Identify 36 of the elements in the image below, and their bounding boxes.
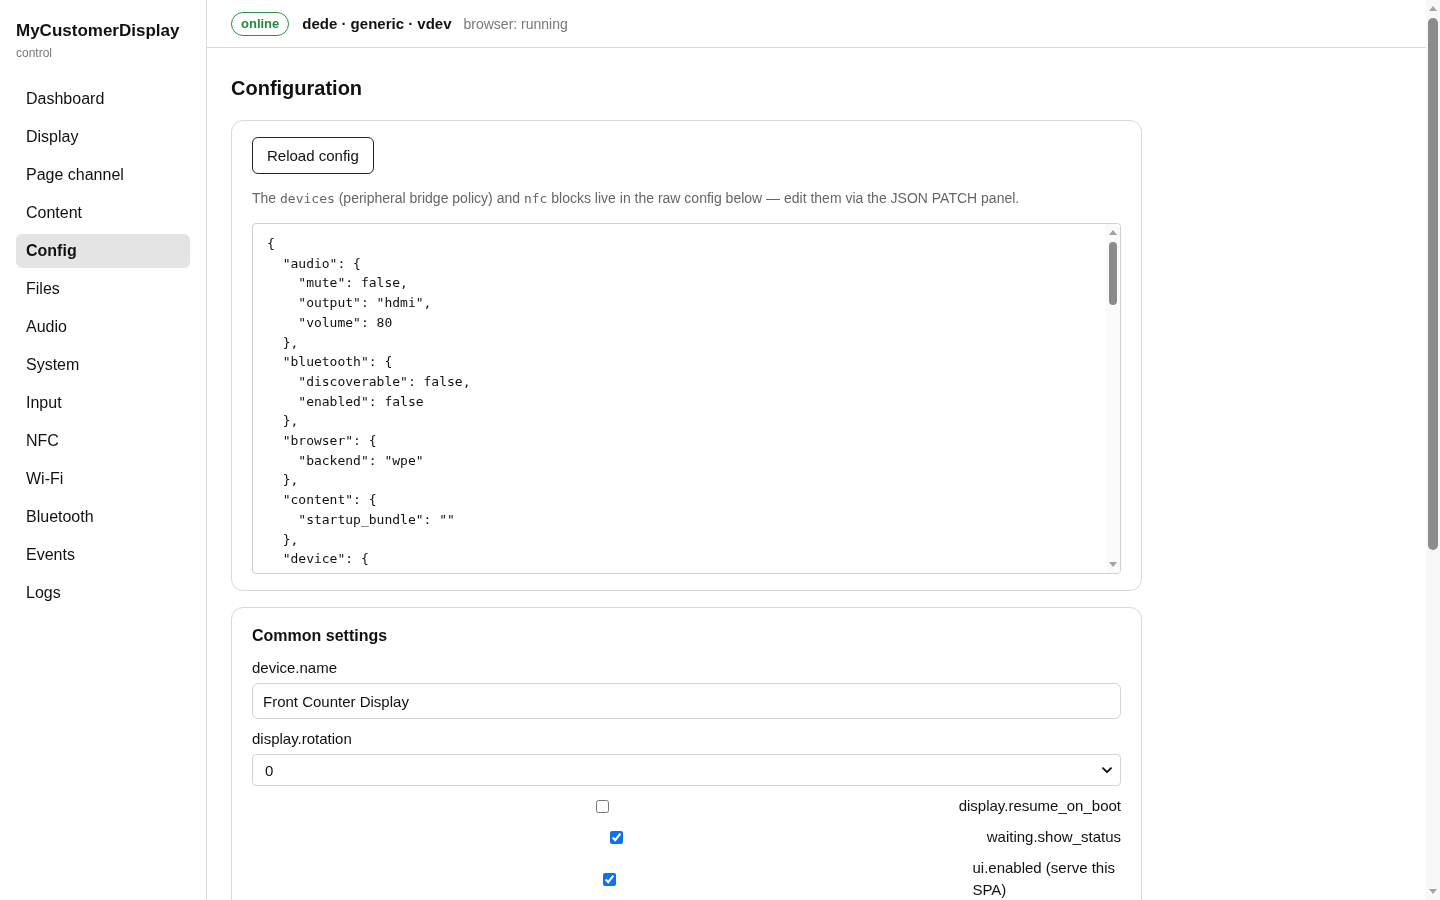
browser-status: browser: running [463, 15, 568, 32]
checkbox[interactable] [595, 799, 609, 813]
raw-config-text: { "audio": { "mute": false, "output": "hdmi", "volume": 80 }, "bluetooth": { "discoverable": false, "enabled": false }, "browser": { "backend": "wpe" }, "content": { "startup_bundle": "" }, "device": { [266, 235, 472, 569]
nav-item[interactable]: NFC [16, 424, 190, 458]
nav-item[interactable]: System [16, 348, 190, 382]
checkbox[interactable] [609, 830, 623, 844]
checkbox-label: waiting.show_status [986, 827, 1121, 847]
nav-item[interactable]: Display [16, 120, 190, 154]
nav-item[interactable]: Files [16, 272, 190, 306]
rotation-select[interactable]: 0 [252, 754, 1121, 786]
nav-item[interactable]: Events [16, 538, 190, 572]
nav-item[interactable]: Logs [16, 576, 190, 610]
app-title: MyCustomerDisplay [16, 20, 181, 42]
checkbox[interactable] [602, 872, 616, 886]
nav-item[interactable]: Page channel [16, 158, 190, 192]
app-subtitle: control [16, 45, 54, 61]
section-title: Common settings [252, 626, 389, 646]
config-note: The devices (peripheral bridge policy) and nfc blocks live in the raw config below — edit them via the JSON PATCH panel. [252, 189, 1021, 208]
nav-item[interactable]: Dashboard [16, 82, 190, 116]
device-label: dede · generic · vdev [302, 15, 452, 32]
nav-item[interactable]: Wi-Fi [16, 462, 190, 496]
page-scrollbar[interactable] [1426, 0, 1440, 900]
field-label: display.rotation [252, 729, 353, 749]
checkbox-label: display.resume_on_boot [958, 796, 1121, 816]
nav-item[interactable]: Audio [16, 310, 190, 344]
page-title: Configuration [231, 76, 364, 101]
nav-item[interactable]: Input [16, 386, 190, 420]
reload-config-button[interactable]: Reload config [252, 137, 374, 174]
field-label: device.name [252, 658, 339, 678]
scrollbar[interactable] [1106, 224, 1120, 573]
nav-item[interactable]: Content [16, 196, 190, 230]
chevron-down-icon [1102, 766, 1112, 774]
checkbox-label: ui.enabled (serve this SPA) [972, 858, 1117, 900]
nav-item[interactable]: Bluetooth [16, 500, 190, 534]
nav-item[interactable]: Config [16, 234, 190, 268]
device-name-field[interactable]: Front Counter Display [252, 683, 1121, 719]
